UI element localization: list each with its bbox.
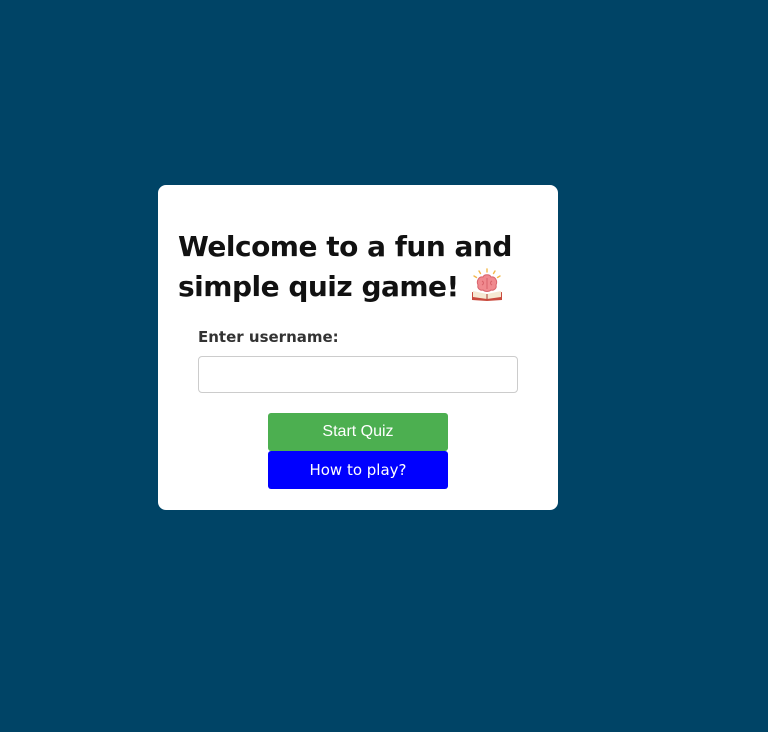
username-input[interactable] — [198, 356, 518, 393]
welcome-card: Welcome to a fun and simple quiz game! E… — [158, 185, 558, 510]
username-label: Enter username: — [198, 328, 339, 346]
page-title-text: Welcome to a fun and simple quiz game! — [178, 230, 512, 303]
how-to-play-button[interactable]: How to play? — [268, 451, 448, 489]
start-quiz-button[interactable]: Start Quiz — [268, 413, 448, 451]
brain-book-icon — [470, 268, 504, 302]
page-title: Welcome to a fun and simple quiz game! — [178, 227, 548, 307]
